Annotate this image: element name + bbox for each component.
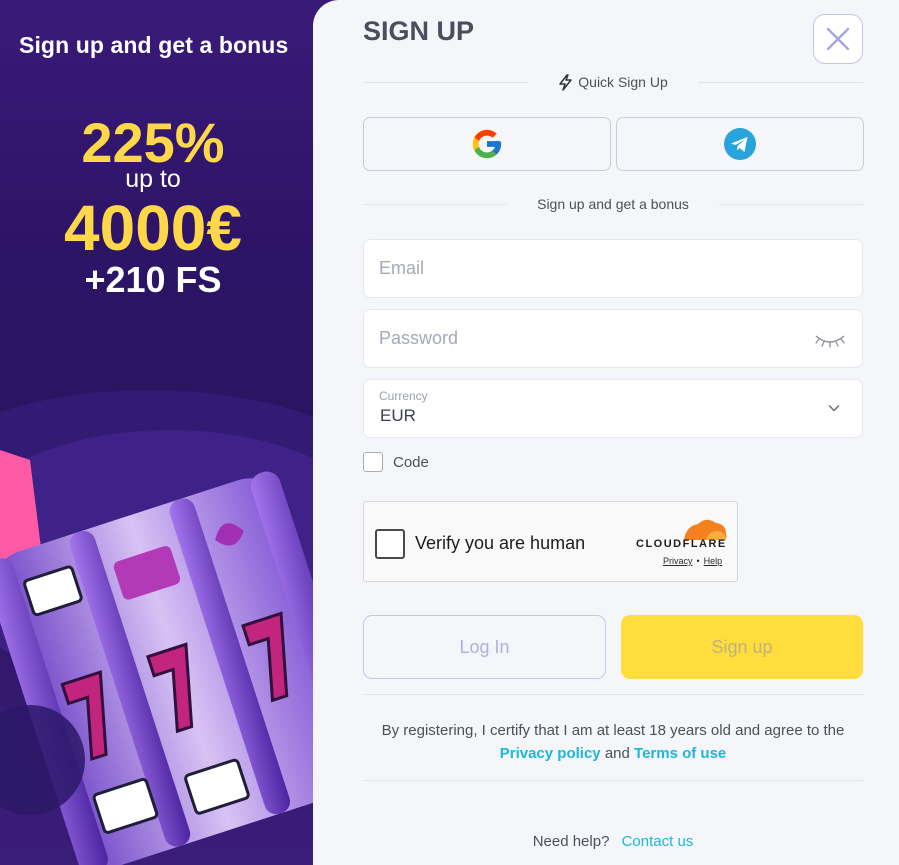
bonus-free-spins: +210 FS xyxy=(84,259,222,300)
help-footer: Need help? Contact us xyxy=(363,833,863,850)
privacy-policy-link[interactable]: Privacy policy xyxy=(500,745,601,762)
contact-us-link[interactable]: Contact us xyxy=(622,833,694,850)
email-input[interactable] xyxy=(364,240,862,297)
eye-closed-icon[interactable] xyxy=(814,330,846,348)
terms-of-use-link[interactable]: Terms of use xyxy=(634,745,726,762)
close-button[interactable] xyxy=(813,14,863,64)
bonus-offer: 225% up to 4000€ +210 FS xyxy=(0,112,306,300)
need-help-label: Need help? xyxy=(532,833,610,850)
telegram-icon xyxy=(724,128,756,160)
captcha-links: Privacy • Help xyxy=(663,556,722,566)
code-checkbox[interactable] xyxy=(363,452,383,472)
legal-notice: By registering, I certify that I am at l… xyxy=(363,719,863,765)
captcha-help-link[interactable]: Help xyxy=(704,556,723,566)
captcha-privacy-link[interactable]: Privacy xyxy=(663,556,693,566)
slot-machine-illustration xyxy=(0,390,340,865)
promo-panel: Sign up and get a bonus 225% up to 4000€… xyxy=(0,0,340,865)
legal-and: and xyxy=(604,745,630,762)
bonus-divider: Sign up and get a bonus xyxy=(363,194,864,214)
quick-signup-label: Quick Sign Up xyxy=(578,74,668,90)
quick-signup-divider: Quick Sign Up xyxy=(363,72,864,92)
captcha-checkbox[interactable] xyxy=(375,529,405,559)
form-title: SIGN UP xyxy=(363,16,475,46)
bonus-amount: 4000€ xyxy=(64,192,242,264)
cloudflare-brand: CLOUDFLARE xyxy=(636,538,727,550)
chevron-down-icon xyxy=(828,404,840,412)
currency-select[interactable]: Currency EUR xyxy=(363,379,863,438)
bonus-divider-label: Sign up and get a bonus xyxy=(537,196,689,212)
promo-title: Sign up and get a bonus xyxy=(19,32,289,58)
password-field[interactable] xyxy=(363,309,863,368)
captcha-label: Verify you are human xyxy=(415,533,586,553)
legal-text: By registering, I certify that I am at l… xyxy=(381,722,845,739)
code-label: Code xyxy=(393,453,429,471)
signup-panel: SIGN UP Quick Sign Up Sign up and get a … xyxy=(313,0,899,865)
password-input[interactable] xyxy=(364,310,862,367)
google-signup-button[interactable] xyxy=(363,117,611,171)
captcha-link-separator: • xyxy=(696,556,700,566)
telegram-signup-button[interactable] xyxy=(616,117,864,171)
promo-code-toggle[interactable]: Code xyxy=(363,452,429,472)
currency-label: Currency xyxy=(379,389,428,403)
legal-divider-bottom xyxy=(363,780,863,781)
legal-divider-top xyxy=(363,694,863,695)
login-button[interactable]: Log In xyxy=(363,615,606,679)
lightning-icon xyxy=(559,73,573,91)
currency-value: EUR xyxy=(380,406,416,425)
google-icon xyxy=(472,129,502,159)
captcha-widget: Verify you are human CLOUDFLARE Privacy … xyxy=(363,501,738,582)
signup-button[interactable]: Sign up xyxy=(621,615,863,679)
bonus-upto: up to xyxy=(125,165,181,193)
close-icon xyxy=(826,27,850,51)
email-field[interactable] xyxy=(363,239,863,298)
